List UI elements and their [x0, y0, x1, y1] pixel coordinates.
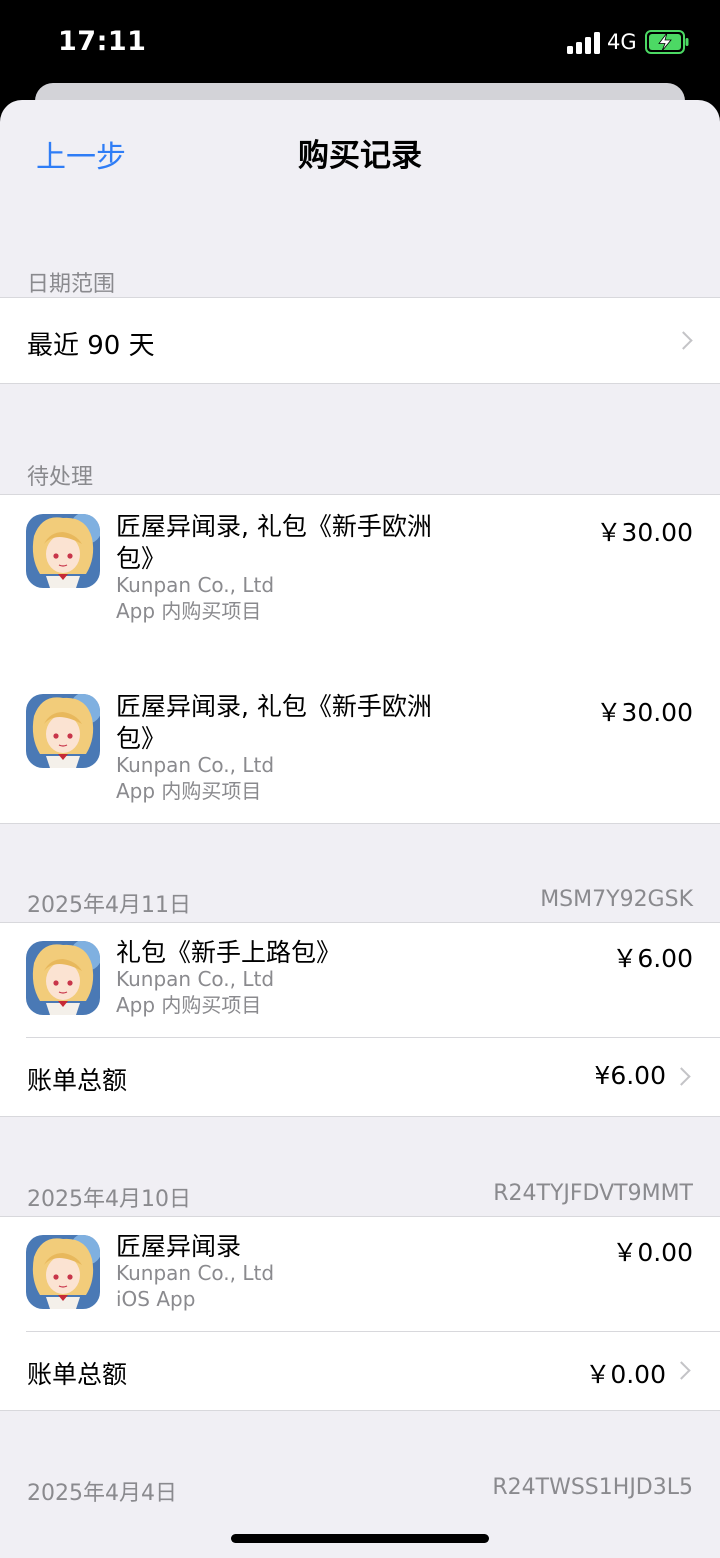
status-bar: 17:11 4G	[0, 0, 720, 88]
item-developer: Kunpan Co., Ltd	[116, 1261, 275, 1285]
order-group: 匠屋异闻录 Kunpan Co., Ltd iOS App ￥0.00 账单总额…	[0, 1216, 720, 1411]
app-icon	[26, 694, 100, 768]
item-title: 匠屋异闻录	[116, 1232, 242, 1261]
item-type: App 内购买项目	[116, 993, 262, 1017]
home-indicator[interactable]	[231, 1534, 489, 1543]
list-item[interactable]: 匠屋异闻录, 礼包《新手欧洲包》 Kunpan Co., Ltd App 内购买…	[0, 676, 720, 825]
bill-total-value: ¥6.00	[594, 1061, 666, 1090]
status-time: 17:11	[58, 26, 147, 57]
order-date: 2025年4月10日	[27, 1187, 191, 1212]
item-title: 匠屋异闻录, 礼包《新手欧洲包》	[116, 512, 432, 573]
order-id: R24TYJFDVT9MMT	[493, 1181, 693, 1206]
item-type: App 内购买项目	[116, 779, 262, 803]
item-price: ￥6.00	[612, 944, 693, 973]
bill-total-row[interactable]: 账单总额 ￥0.00	[0, 1332, 720, 1411]
app-icon	[26, 514, 100, 588]
app-icon	[26, 1235, 100, 1309]
item-type: App 内购买项目	[116, 599, 262, 623]
item-title: 礼包《新手上路包》	[116, 938, 342, 967]
item-developer: Kunpan Co., Ltd	[116, 573, 275, 597]
date-range-section-label: 日期范围	[27, 272, 116, 297]
list-item[interactable]: 礼包《新手上路包》 Kunpan Co., Ltd App 内购买项目 ￥6.0…	[0, 923, 720, 1037]
order-group: 礼包《新手上路包》 Kunpan Co., Ltd App 内购买项目 ￥6.0…	[0, 922, 720, 1117]
order-id: R24TWSS1HJD3L5	[492, 1475, 693, 1500]
bill-total-row[interactable]: 账单总额 ¥6.00	[0, 1038, 720, 1117]
chevron-right-icon	[674, 331, 693, 350]
pending-section-label: 待处理	[27, 465, 94, 490]
date-range-value: 最近 90 天	[27, 331, 155, 361]
item-developer: Kunpan Co., Ltd	[116, 967, 275, 991]
bill-total-value: ￥0.00	[585, 1360, 666, 1389]
chevron-right-icon	[672, 1067, 691, 1086]
item-price: ￥0.00	[612, 1238, 693, 1267]
order-id: MSM7Y92GSK	[540, 887, 693, 912]
battery-charging-icon	[645, 30, 689, 54]
list-item[interactable]: 匠屋异闻录 Kunpan Co., Ltd iOS App ￥0.00	[0, 1217, 720, 1331]
pending-list: 匠屋异闻录, 礼包《新手欧洲包》 Kunpan Co., Ltd App 内购买…	[0, 494, 720, 824]
item-type: iOS App	[116, 1287, 196, 1311]
list-item[interactable]: 匠屋异闻录, 礼包《新手欧洲包》 Kunpan Co., Ltd App 内购买…	[0, 495, 720, 660]
bill-total-label: 账单总额	[27, 1360, 128, 1389]
signal-strength-icon	[567, 32, 601, 54]
bill-total-label: 账单总额	[27, 1066, 128, 1095]
item-developer: Kunpan Co., Ltd	[116, 753, 275, 777]
chevron-right-icon	[672, 1361, 691, 1380]
order-date: 2025年4月4日	[27, 1481, 177, 1506]
order-date: 2025年4月11日	[27, 893, 191, 918]
item-price: ￥30.00	[596, 698, 693, 727]
purchase-history-sheet: 购买记录 上一步 日期范围 最近 90 天 待处理 匠屋异闻录, 礼包《新手欧洲…	[0, 100, 720, 1558]
back-button[interactable]: 上一步	[36, 132, 126, 176]
network-type: 4G	[607, 30, 637, 54]
item-title: 匠屋异闻录, 礼包《新手欧洲包》	[116, 692, 432, 753]
item-price: ￥30.00	[596, 518, 693, 547]
app-icon	[26, 941, 100, 1015]
date-range-row[interactable]: 最近 90 天	[0, 297, 720, 384]
